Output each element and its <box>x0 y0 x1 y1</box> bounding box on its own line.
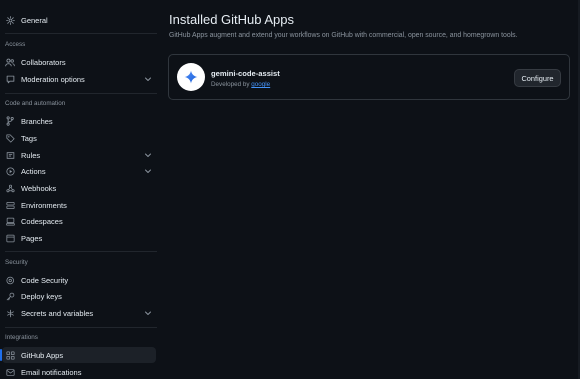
settings-page: General Access Collaborators Moderation … <box>0 0 580 379</box>
sidebar-item-rules[interactable]: Rules <box>2 147 156 163</box>
page-description: GitHub Apps augment and extend your work… <box>169 32 518 39</box>
sidebar-item-label: Tags <box>21 133 37 143</box>
shield-icon <box>5 275 15 285</box>
asterisk-icon <box>5 308 15 318</box>
sidebar-item-environments[interactable]: Environments <box>2 197 156 213</box>
sidebar-item-label: Environments <box>21 200 67 210</box>
sidebar-item-label: Rules <box>21 150 41 160</box>
sidebar-item-codespaces[interactable]: Codespaces <box>2 213 156 229</box>
comment-icon <box>5 74 15 84</box>
developed-by-text: Developed by <box>211 81 250 88</box>
tag-icon <box>5 133 15 143</box>
sidebar-item-label: GitHub Apps <box>21 350 64 360</box>
sidebar-item-label: Collaborators <box>21 57 66 67</box>
app-name: gemini-code-assist <box>211 69 280 78</box>
chevron-down-icon <box>144 75 152 83</box>
sidebar-item-tags[interactable]: Tags <box>2 130 156 146</box>
sidebar-item-collaborators[interactable]: Collaborators <box>2 54 156 70</box>
sidebar-item-webhooks[interactable]: Webhooks <box>2 180 156 196</box>
sidebar-item-label: Email notifications <box>21 367 82 377</box>
sidebar-item-label: Branches <box>21 116 53 126</box>
sidebar-item-label: Moderation options <box>21 74 85 84</box>
sidebar-item-github-apps[interactable]: GitHub Apps <box>2 347 156 363</box>
sidebar-divider <box>5 33 157 34</box>
sidebar-item-label: Actions <box>21 166 46 176</box>
sidebar-item-pages[interactable]: Pages <box>2 230 156 246</box>
sidebar-item-label: Deploy keys <box>21 291 62 301</box>
branch-icon <box>5 116 15 126</box>
chevron-down-icon <box>144 167 152 175</box>
chevron-down-icon <box>144 309 152 317</box>
sidebar-divider <box>5 251 157 252</box>
sidebar-item-label: Webhooks <box>21 183 57 193</box>
sidebar-divider <box>5 327 157 328</box>
sidebar-item-label: Secrets and variables <box>21 308 94 318</box>
sidebar-item-moderation-options[interactable]: Moderation options <box>2 71 156 87</box>
app-developer-line: Developed by google <box>211 81 270 88</box>
sidebar-item-branches[interactable]: Branches <box>2 113 156 129</box>
webhook-icon <box>5 183 15 193</box>
people-icon <box>5 57 15 67</box>
rules-icon <box>5 150 15 160</box>
apps-icon <box>5 350 15 360</box>
developer-link[interactable]: google <box>251 81 270 88</box>
section-heading-security: Security <box>5 259 28 266</box>
sidebar-item-label: Pages <box>21 233 43 243</box>
chevron-down-icon <box>144 151 152 159</box>
configure-button[interactable]: Configure <box>514 69 561 87</box>
sidebar-item-general[interactable]: General <box>2 12 156 28</box>
server-icon <box>5 200 15 210</box>
section-heading-code-automation: Code and automation <box>5 100 66 107</box>
browser-icon <box>5 233 15 243</box>
sidebar-item-label: Codespaces <box>21 216 63 226</box>
installed-app-card: gemini-code-assist Developed by google C… <box>168 54 570 100</box>
key-icon <box>5 291 15 301</box>
sidebar-item-code-security[interactable]: Code Security <box>2 272 156 288</box>
app-avatar <box>177 63 205 91</box>
play-icon <box>5 166 15 176</box>
sidebar-item-email-notifications[interactable]: Email notifications <box>2 364 156 379</box>
gemini-sparkle-icon <box>184 70 198 84</box>
section-heading-access: Access <box>5 41 26 48</box>
codespaces-icon <box>5 216 15 226</box>
sidebar-item-deploy-keys[interactable]: Deploy keys <box>2 288 156 304</box>
gear-icon <box>5 15 15 25</box>
sidebar-item-secrets-variables[interactable]: Secrets and variables <box>2 305 156 321</box>
sidebar-divider <box>5 93 157 94</box>
sidebar-item-actions[interactable]: Actions <box>2 163 156 179</box>
sidebar-item-label: General <box>21 15 48 25</box>
page-title: Installed GitHub Apps <box>169 12 295 27</box>
mail-icon <box>5 367 15 377</box>
settings-sidebar: General Access Collaborators Moderation … <box>0 0 158 379</box>
sidebar-item-label: Code Security <box>21 275 69 285</box>
section-heading-integrations: Integrations <box>5 334 38 341</box>
